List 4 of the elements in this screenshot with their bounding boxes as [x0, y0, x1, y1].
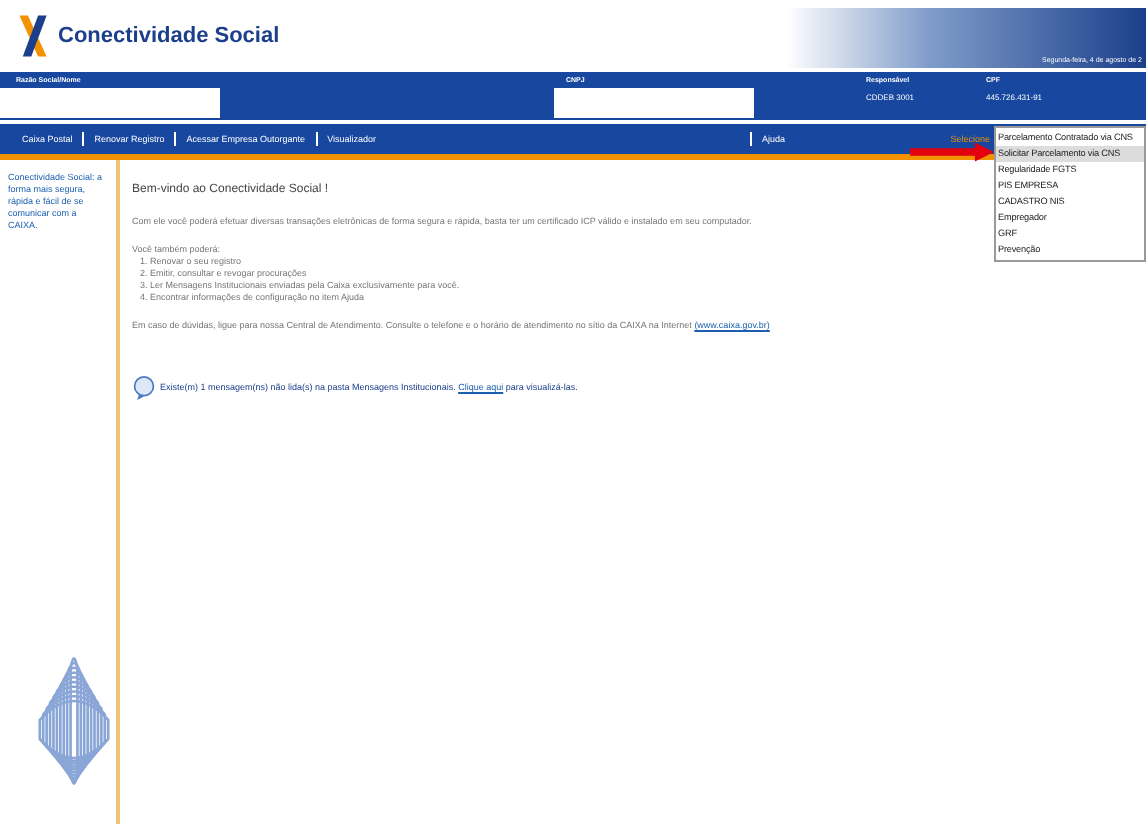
x-logo-icon [16, 12, 50, 60]
site-title: Conectividade Social [58, 24, 280, 48]
arrow-icon [910, 142, 994, 162]
message-icon [132, 376, 156, 400]
